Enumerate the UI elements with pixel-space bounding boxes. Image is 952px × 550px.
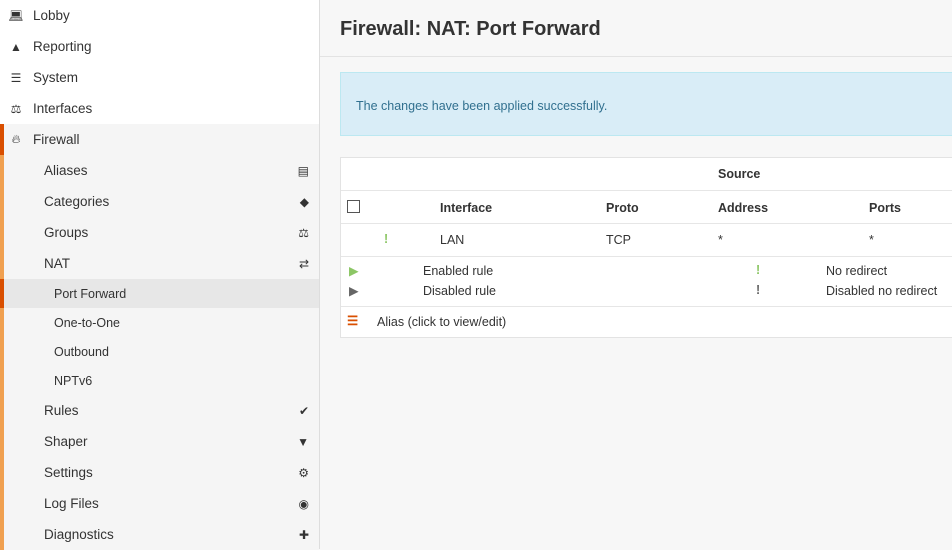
sitemap-icon: ⚖ [10, 101, 22, 116]
sidebar-item-rules[interactable]: Rules ✔ [0, 395, 319, 426]
sidebar-item-aliases[interactable]: Aliases ▤ [0, 155, 319, 186]
sidebar-item-diagnostics[interactable]: Diagnostics ✚ [0, 519, 319, 550]
page-header: Firewall: NAT: Port Forward [320, 0, 952, 57]
disabled-no-redirect-icon: ! [756, 283, 761, 297]
port-forward-table: Source Interface Proto Address Ports ! L… [340, 157, 952, 338]
page-title: Firewall: NAT: Port Forward [340, 18, 601, 40]
tags-icon: ◆ [299, 194, 309, 209]
sidebar-item-categories[interactable]: Categories ◆ [0, 186, 319, 217]
alias-legend: ☰ Alias (click to view/edit) [347, 314, 507, 329]
play-icon-disabled: ▶ [349, 284, 359, 298]
area-chart-icon: ▲ [10, 39, 22, 54]
sidebar-item-port-forward[interactable]: Port Forward [0, 279, 319, 308]
sidebar-item-lobby[interactable]: 💻︎ Lobby [0, 0, 319, 31]
list-alt-icon: ▤ [297, 163, 309, 178]
sidebar-item-system[interactable]: ☰ System [0, 62, 319, 93]
header-proto[interactable]: Proto [606, 201, 639, 215]
no-redirect-icon: ! [384, 232, 389, 246]
header-interface[interactable]: Interface [440, 201, 492, 215]
list-icon: ☰ [347, 314, 359, 328]
sidebar-item-outbound[interactable]: Outbound [0, 337, 319, 366]
no-redirect-icon: ! [756, 263, 761, 277]
sidebar-item-interfaces[interactable]: ⚖ Interfaces [0, 93, 319, 124]
medkit-icon: ✚ [298, 527, 309, 542]
fire-icon: 🔥︎ [11, 132, 21, 146]
header-ports[interactable]: Ports [869, 201, 901, 215]
cogs-icon: ⚙ [298, 465, 309, 480]
sidebar-item-shaper[interactable]: Shaper ▼ [0, 426, 319, 457]
table-row[interactable]: ! LAN TCP * * [341, 224, 952, 257]
check-icon: ✔ [298, 403, 309, 418]
sidebar-item-groups[interactable]: Groups ⚖ [0, 217, 319, 248]
sidebar-item-one-to-one[interactable]: One-to-One [0, 308, 319, 337]
table-group-header: Source [341, 158, 952, 191]
server-icon: ☰ [10, 70, 22, 85]
sidebar-item-log-files[interactable]: Log Files ◉ [0, 488, 319, 519]
sidebar-item-settings[interactable]: Settings ⚙ [0, 457, 319, 488]
sidebar: 💻︎ Lobby ▲ Reporting ☰ System ⚖ Interfaces 🔥… [0, 0, 320, 550]
legend: ▶ Enabled rule ! No redirect ▶ Disabled … [341, 257, 952, 307]
exchange-icon: ⇄ [298, 256, 309, 271]
firewall-section: 🔥︎ Firewall Aliases ▤ Categories ◆ Groups ⚖ … [0, 124, 319, 550]
sidebar-item-nat[interactable]: NAT ⇄ [0, 248, 319, 279]
sidebar-item-firewall[interactable]: 🔥︎ Firewall [0, 124, 319, 155]
sitemap-icon: ⚖ [298, 225, 309, 240]
table-header: Interface Proto Address Ports [341, 191, 952, 224]
play-icon-enabled: ▶ [349, 264, 359, 278]
eye-icon: ◉ [298, 496, 309, 511]
success-alert: The changes have been applied successful… [340, 72, 952, 136]
source-header: Source [718, 167, 761, 181]
sidebar-item-nptv6[interactable]: NPTv6 [0, 366, 319, 395]
laptop-icon: 💻︎ [8, 8, 24, 23]
sidebar-item-reporting[interactable]: ▲ Reporting [0, 31, 319, 62]
header-address[interactable]: Address [718, 201, 768, 215]
filter-icon: ▼ [297, 434, 309, 449]
select-all-checkbox[interactable] [347, 200, 360, 213]
